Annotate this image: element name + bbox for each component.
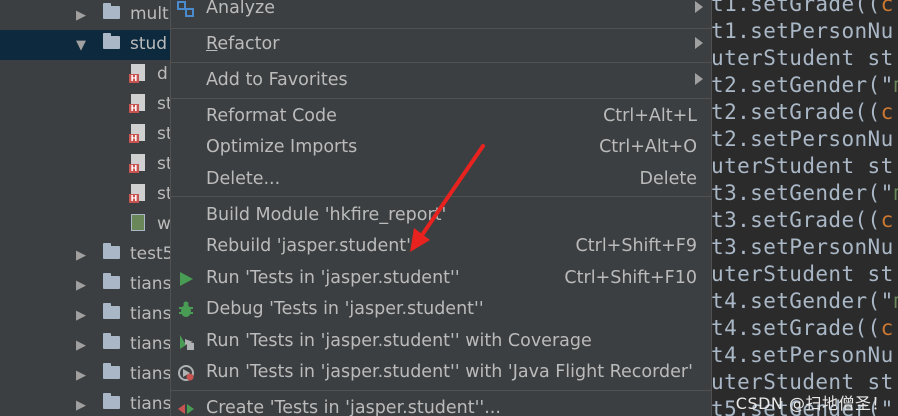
annotation-arrow <box>410 144 485 252</box>
